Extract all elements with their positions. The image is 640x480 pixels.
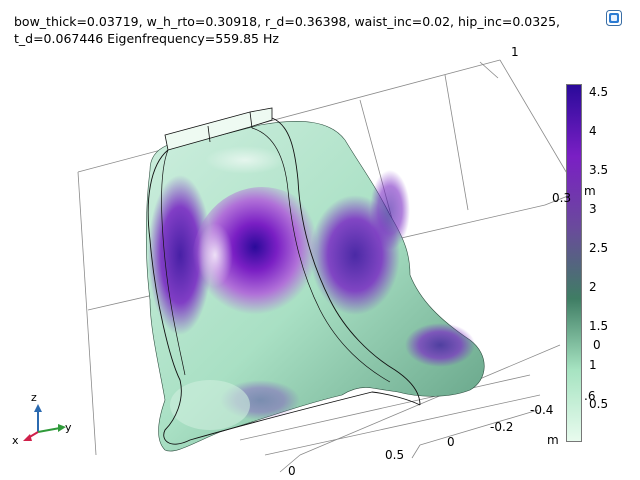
triad-x-label: x (12, 434, 19, 447)
triad-z-label: z (31, 391, 37, 404)
colorbar-tick-label: 2 (589, 280, 597, 294)
deformed-shell-model[interactable] (145, 107, 485, 452)
colorbar (566, 84, 582, 442)
axis-tick-cb6: .6 (584, 389, 596, 403)
axis-unit-m: m (547, 433, 559, 447)
axis-tick-x-0a: 0 (447, 435, 455, 449)
colorbar-tick-label: 1 (589, 358, 597, 372)
colorbar-tick-label: 4.5 (589, 85, 609, 99)
axis-tick-cb0: 0 (593, 338, 601, 352)
axis-tick-right: 0.3 (552, 191, 572, 205)
axis-tick-top: 1 (511, 45, 519, 59)
triad-y-label: y (65, 421, 72, 434)
axis-tick-x-0b: 0 (288, 464, 296, 478)
axis-tick-x-neg02: -0.2 (490, 420, 514, 434)
colorbar-tick-label: 3 (589, 202, 597, 216)
axis-tick-x-05: 0.5 (385, 448, 405, 462)
colorbar-tick-label: 3.5 (589, 163, 609, 177)
colorbar-tick-label: 1.5 (589, 319, 609, 333)
colorbar-tick-label: 4 (589, 124, 597, 138)
axis-tick-x-neg04: -0.4 (530, 403, 554, 417)
colorbar-unit: m (584, 184, 596, 198)
axis-triad (23, 404, 66, 441)
colorbar-tick-label: 2.5 (589, 241, 609, 255)
